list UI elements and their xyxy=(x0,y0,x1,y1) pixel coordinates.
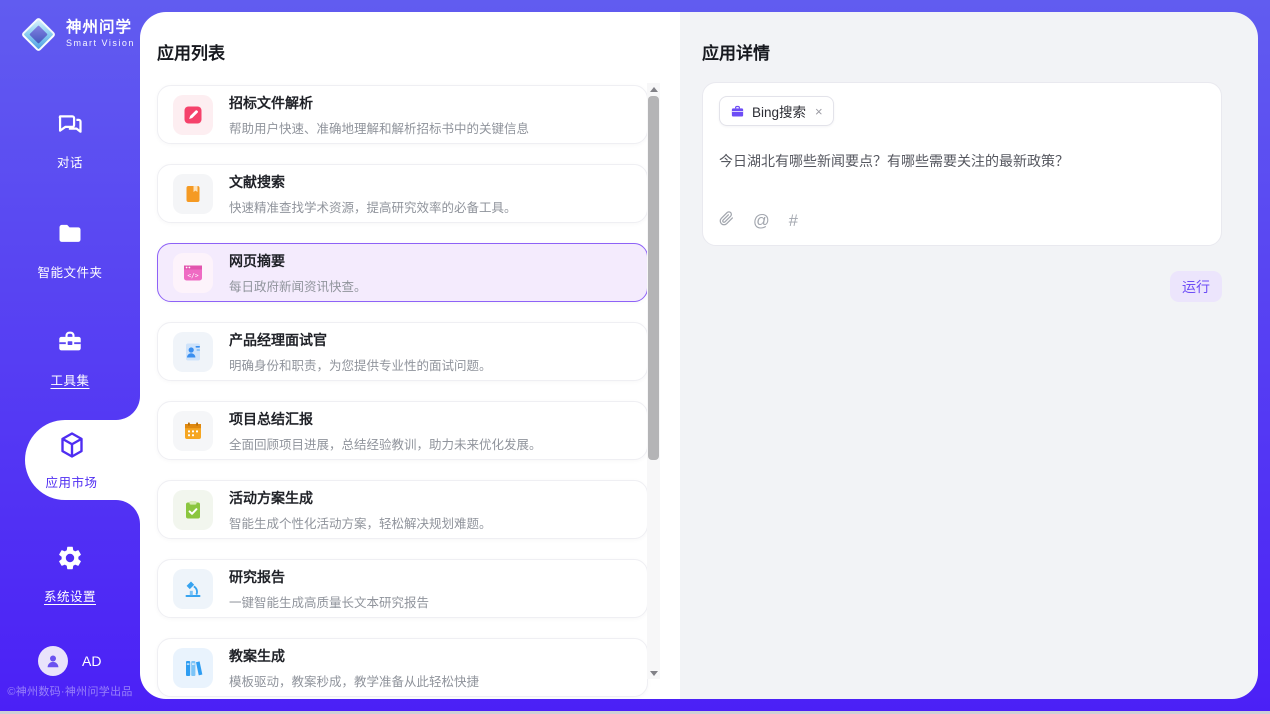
app-name: 活动方案生成 xyxy=(229,488,492,508)
prompt-input[interactable]: 今日湖北有哪些新闻要点？有哪些需要关注的最新政策？ xyxy=(719,151,1205,172)
app-item-literature-search[interactable]: 文献搜索 快速精准查找学术资源，提高研究效率的必备工具。 xyxy=(157,164,648,223)
app-name: 研究报告 xyxy=(229,567,429,587)
brand-diamond-icon xyxy=(18,13,58,55)
app-name: 文献搜索 xyxy=(229,172,517,192)
list-scrollbar[interactable] xyxy=(647,83,660,679)
app-name: 教案生成 xyxy=(229,646,479,666)
app-list-title: 应用列表 xyxy=(157,39,225,64)
app-desc: 快速精准查找学术资源，提高研究效率的必备工具。 xyxy=(229,197,517,216)
app-desc: 一键智能生成高质量长文本研究报告 xyxy=(229,592,429,611)
attachment-icon[interactable] xyxy=(719,210,734,232)
composer-toolbar: @ # xyxy=(719,210,798,232)
app-item-project-summary[interactable]: 项目总结汇报 全面回顾项目进展，总结经验教训，助力未来优化发展。 xyxy=(157,401,648,460)
app-name: 网页摘要 xyxy=(229,251,367,271)
active-bubble-notch-bottom xyxy=(116,500,140,524)
sidebar-item-label: 系统设置 xyxy=(44,586,96,605)
edit-document-icon xyxy=(173,95,213,135)
gear-icon xyxy=(56,544,84,577)
app-name: 项目总结汇报 xyxy=(229,409,542,429)
briefcase-icon xyxy=(730,104,745,119)
books-icon xyxy=(173,648,213,688)
app-name: 招标文件解析 xyxy=(229,93,529,113)
user-name: AD xyxy=(82,653,101,669)
clipboard-check-icon xyxy=(173,490,213,530)
sidebar-item-system-settings[interactable]: 系统设置 xyxy=(0,544,140,605)
sidebar-item-label: 对话 xyxy=(57,152,83,171)
copyright-text: ©神州数码·神州问学出品 xyxy=(0,683,140,699)
hash-icon[interactable]: # xyxy=(789,213,798,230)
app-item-pm-interviewer[interactable]: 产品经理面试官 明确身份和职责，为您提供专业性的面试问题。 xyxy=(157,322,648,381)
app-desc: 智能生成个性化活动方案，轻松解决规划难题。 xyxy=(229,513,492,532)
interviewer-icon xyxy=(173,332,213,372)
app-list-panel: 应用列表 招标文件解析 帮助用户快速、准确地理解和解析招标书中的关键信息 文献搜… xyxy=(140,12,680,699)
brand-logo: 神州问学 Smart Vision xyxy=(18,13,135,55)
sidebar-item-label: 工具集 xyxy=(50,370,89,389)
calendar-icon xyxy=(173,411,213,451)
cube-icon xyxy=(57,430,87,465)
app-desc: 每日政府新闻资讯快查。 xyxy=(229,276,367,295)
app-detail-title: 应用详情 xyxy=(702,39,770,64)
tool-tag-label: Bing搜索 xyxy=(752,101,806,121)
chat-icon xyxy=(56,110,84,143)
scrollbar-up-arrow[interactable] xyxy=(647,83,660,95)
toolbox-icon xyxy=(56,328,84,361)
app-desc: 明确身份和职责，为您提供专业性的面试问题。 xyxy=(229,355,492,374)
svg-text:</>: </> xyxy=(187,272,198,279)
sidebar: 神州问学 Smart Vision 对话 智能文件夹 工具集 应用市场 系统设置 xyxy=(0,0,140,714)
app-desc: 帮助用户快速、准确地理解和解析招标书中的关键信息 xyxy=(229,118,529,137)
scrollbar-thumb[interactable] xyxy=(648,96,659,460)
folder-icon xyxy=(56,220,84,253)
app-desc: 全面回顾项目进展，总结经验教训，助力未来优化发展。 xyxy=(229,434,542,453)
sidebar-item-label: 智能文件夹 xyxy=(37,262,102,281)
app-item-event-plan-generator[interactable]: 活动方案生成 智能生成个性化活动方案，轻松解决规划难题。 xyxy=(157,480,648,539)
scrollbar-down-arrow[interactable] xyxy=(647,667,660,679)
sidebar-item-chat[interactable]: 对话 xyxy=(0,110,140,171)
brand-name: 神州问学 xyxy=(66,19,135,36)
app-item-webpage-summary[interactable]: </> 网页摘要 每日政府新闻资讯快查。 xyxy=(157,243,648,302)
webpage-code-icon: </> xyxy=(173,253,213,293)
avatar xyxy=(38,646,68,676)
app-detail-panel: 应用详情 Bing搜索 × 今日湖北有哪些新闻要点？有哪些需要关注的最新政策？ … xyxy=(680,12,1258,699)
brand-subtitle: Smart Vision xyxy=(66,39,135,49)
sidebar-item-app-market[interactable]: 应用市场 xyxy=(25,420,140,500)
app-list: 招标文件解析 帮助用户快速、准确地理解和解析招标书中的关键信息 文献搜索 快速精… xyxy=(157,85,648,697)
sidebar-item-label: 应用市场 xyxy=(45,472,97,491)
app-name: 产品经理面试官 xyxy=(229,330,492,350)
active-bubble-notch-top xyxy=(116,396,140,420)
tool-tag-bing-search[interactable]: Bing搜索 × xyxy=(719,96,834,126)
mention-icon[interactable]: @ xyxy=(753,213,770,230)
sidebar-item-toolset[interactable]: 工具集 xyxy=(0,328,140,389)
user-account[interactable]: AD xyxy=(38,646,101,676)
app-desc: 模板驱动，教案秒成，教学准备从此轻松快捷 xyxy=(229,671,479,690)
book-icon xyxy=(173,174,213,214)
main-content: 应用列表 招标文件解析 帮助用户快速、准确地理解和解析招标书中的关键信息 文献搜… xyxy=(140,12,1258,699)
run-button[interactable]: 运行 xyxy=(1170,271,1222,302)
microscope-icon xyxy=(173,569,213,609)
sidebar-item-smart-folder[interactable]: 智能文件夹 xyxy=(0,220,140,281)
prompt-card: Bing搜索 × 今日湖北有哪些新闻要点？有哪些需要关注的最新政策？ @ # xyxy=(702,82,1222,246)
person-icon xyxy=(44,652,62,670)
app-item-lesson-plan-generator[interactable]: 教案生成 模板驱动，教案秒成，教学准备从此轻松快捷 xyxy=(157,638,648,697)
app-item-research-report[interactable]: 研究报告 一键智能生成高质量长文本研究报告 xyxy=(157,559,648,618)
app-item-bid-document-parsing[interactable]: 招标文件解析 帮助用户快速、准确地理解和解析招标书中的关键信息 xyxy=(157,85,648,144)
close-icon[interactable]: × xyxy=(815,104,823,119)
